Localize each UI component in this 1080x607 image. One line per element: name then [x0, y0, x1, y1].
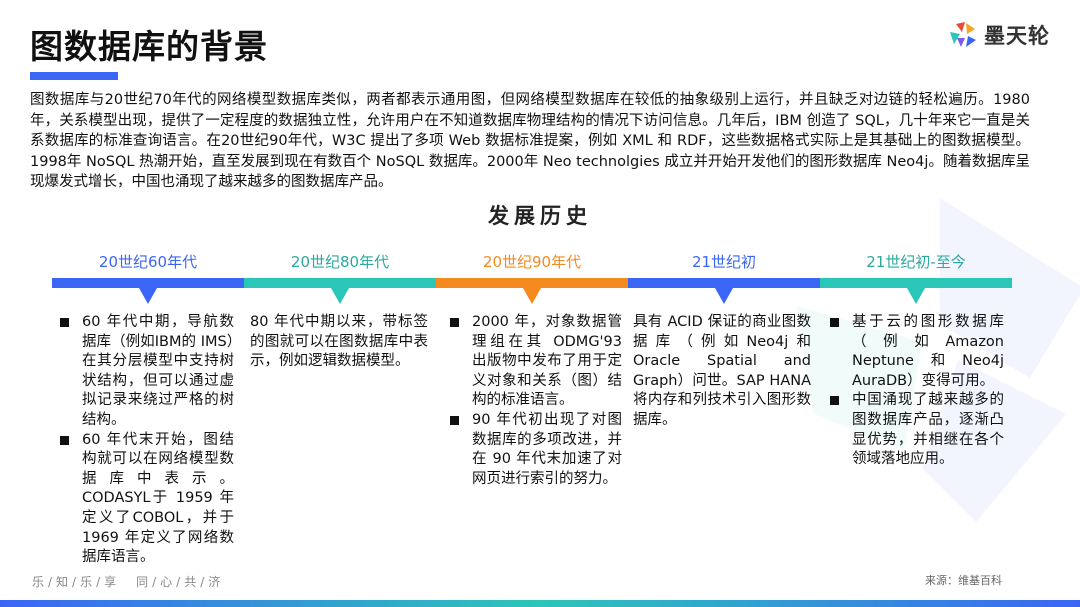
page-title: 图数据库的背景: [30, 27, 268, 66]
timeline-title: 发展历史: [488, 204, 592, 228]
title-underline: [30, 72, 118, 80]
era-label-90s: 20世纪90年代: [482, 253, 582, 271]
list-item: 中国涌现了越来越多的图数据库产品，逐渐凸显优势，并相继在各个领域落地应用。: [826, 391, 1004, 469]
intro-paragraph: 图数据库与20世纪70年代的网络模型数据库类似，两者都表示通用图，但网络模型数据…: [30, 92, 1030, 190]
timeline-pointer-80s: [331, 288, 349, 304]
brand-logo: 墨天轮: [948, 20, 1050, 50]
timeline-bar-21st-present: [820, 278, 1012, 288]
timeline-pointer-90s: [523, 288, 541, 304]
list-item: 60 年代中期，导航数据库（例如IBM的 IMS）在其分层模型中支持树状结构，但…: [56, 313, 234, 431]
era-label-21st-present: 21世纪初-至今: [866, 253, 966, 271]
timeline-bar-60s: [52, 278, 244, 288]
column-90s: 2000 年，对象数据管理组在其 ODMG'93 出版物中发布了用于定义对象和关…: [446, 313, 622, 489]
timeline-pointer-21st-early: [715, 288, 733, 304]
column-21st-early: 具有 ACID 保证的商业图数据库（例如Neo4j和 Oracle Spatia…: [633, 313, 811, 431]
list-item: 基于云的图形数据库（例如Amazon Neptune和Neo4j AuraDB）…: [826, 313, 1004, 391]
column-80s: 80 年代中期以来，带标签的图就可以在图数据库中表示，例如逻辑数据模型。: [250, 313, 428, 372]
list-item: 60 年代末开始，图结构就可以在网络模型数据库中表示。CODASYL于 1959…: [56, 431, 234, 568]
timeline-bar-90s: [436, 278, 628, 288]
timeline-bar-80s: [244, 278, 436, 288]
timeline-bar-21st-early: [628, 278, 820, 288]
list-item: 2000 年，对象数据管理组在其 ODMG'93 出版物中发布了用于定义对象和关…: [446, 313, 622, 411]
column-60s: 60 年代中期，导航数据库（例如IBM的 IMS）在其分层模型中支持树状结构，但…: [56, 313, 234, 568]
era-label-21st-early: 21世纪初: [691, 253, 757, 271]
footer-slogan: 乐/知/乐/享 同/心/共/济: [32, 575, 225, 589]
era-label-80s: 20世纪80年代: [290, 253, 390, 271]
column-text: 具有 ACID 保证的商业图数据库（例如Neo4j和 Oracle Spatia…: [633, 314, 811, 428]
column-21st-present: 基于云的图形数据库（例如Amazon Neptune和Neo4j AuraDB）…: [826, 313, 1004, 470]
footer-source: 来源：维基百科: [925, 574, 1002, 587]
logo-text: 墨天轮: [984, 24, 1050, 48]
era-label-60s: 20世纪60年代: [98, 253, 198, 271]
column-text: 80 年代中期以来，带标签的图就可以在图数据库中表示，例如逻辑数据模型。: [250, 314, 428, 370]
bottom-color-band: [0, 600, 1080, 607]
modb-logo-icon: [950, 22, 976, 47]
timeline-pointer-21st-present: [907, 288, 925, 304]
timeline-pointer-60s: [139, 288, 157, 304]
list-item: 90 年代初出现了对图数据库的多项改进，并在 90 年代末加速了对网页进行索引的…: [446, 411, 622, 489]
